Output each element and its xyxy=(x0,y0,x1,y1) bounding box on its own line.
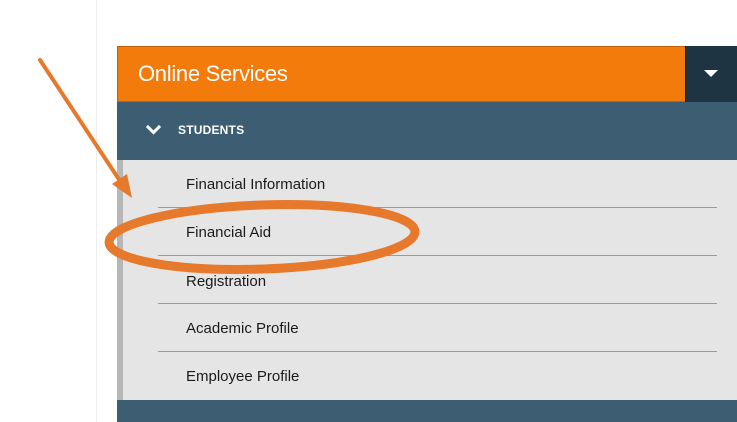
online-services-header[interactable]: Online Services xyxy=(117,46,737,102)
menu-item-financial-aid[interactable]: Financial Aid xyxy=(158,208,717,256)
menu-toggle-button[interactable] xyxy=(685,46,737,102)
menu-item-employee-profile[interactable]: Employee Profile xyxy=(158,352,717,400)
section-students[interactable]: STUDENTS xyxy=(117,102,737,160)
annotation-arrow-icon xyxy=(38,58,124,186)
caret-down-icon xyxy=(704,70,718,77)
menu-item-label: Financial Aid xyxy=(186,224,272,241)
menu-item-academic-profile[interactable]: Academic Profile xyxy=(158,304,717,352)
page: Online Services STUDENTS Financial Infor… xyxy=(0,0,737,422)
menu-item-label: Academic Profile xyxy=(186,320,299,337)
menu-item-label: Employee Profile xyxy=(186,368,300,385)
chevron-down-icon xyxy=(146,125,161,135)
section-students-label: STUDENTS xyxy=(178,123,245,137)
content-divider xyxy=(96,0,97,422)
next-section-bar xyxy=(117,400,737,422)
online-services-panel: Online Services STUDENTS Financial Infor… xyxy=(117,46,737,422)
students-menu-list: Financial Information Financial Aid Regi… xyxy=(117,160,737,400)
menu-item-financial-information[interactable]: Financial Information xyxy=(158,160,717,208)
menu-item-label: Registration xyxy=(186,273,267,290)
menu-item-registration[interactable]: Registration xyxy=(158,256,717,304)
online-services-title: Online Services xyxy=(138,61,288,86)
menu-item-label: Financial Information xyxy=(186,176,326,193)
